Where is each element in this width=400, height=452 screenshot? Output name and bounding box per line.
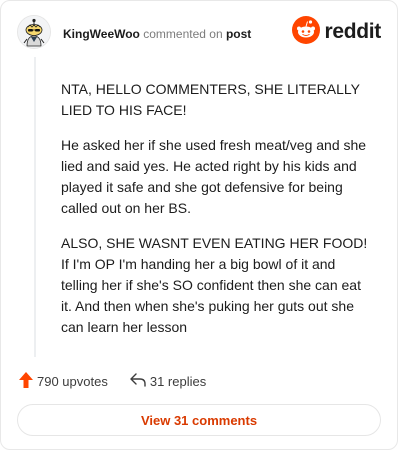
comment-paragraph: He asked her if she used fresh meat/veg …: [61, 137, 367, 216]
comment-meta: KingWeeWoo commented on post: [63, 27, 251, 41]
comment-paragraph: NTA, HELLO COMMENTERS, SHE LITERALLY LIE…: [61, 81, 360, 118]
reply-arrow-icon: [130, 372, 146, 390]
reddit-brand[interactable]: reddit: [292, 15, 381, 49]
reply-count: 31 replies: [149, 373, 207, 389]
comment-card: KingWeeWoo commented on post reddit NTA,…: [0, 0, 398, 450]
replies-button[interactable]: 31 replies: [130, 372, 207, 390]
comment-body: NTA, HELLO COMMENTERS, SHE LITERALLY LIE…: [61, 79, 371, 352]
upvote-arrow-icon: [19, 371, 33, 391]
author-username[interactable]: KingWeeWoo: [63, 27, 140, 41]
view-comments-button[interactable]: View 31 comments: [17, 404, 381, 436]
comment-verb: commented on: [143, 27, 223, 41]
thread-line: [34, 57, 36, 357]
upvote-count: 790 upvotes: [37, 373, 108, 389]
user-avatar-icon[interactable]: [17, 15, 51, 49]
comment-actions: 790 upvotes 31 replies: [19, 371, 206, 391]
reddit-logo-icon: [292, 15, 321, 49]
post-link[interactable]: post: [226, 27, 251, 41]
comment-header: KingWeeWoo commented on post reddit: [17, 15, 381, 55]
comment-paragraph: ALSO, SHE WASNT EVEN EATING HER FOOD! If…: [61, 235, 368, 335]
upvote-button[interactable]: 790 upvotes: [19, 371, 108, 391]
reddit-wordmark: reddit: [324, 20, 381, 43]
